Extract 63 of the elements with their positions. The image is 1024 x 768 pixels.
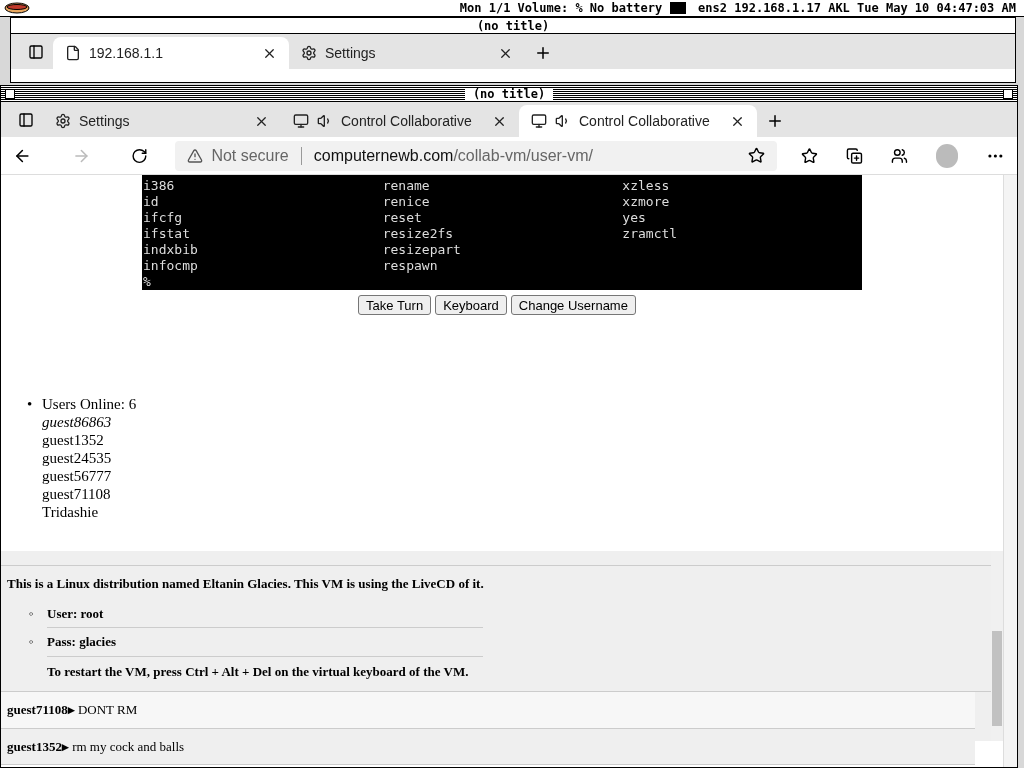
address-bar[interactable]: Not secure computernewb.com/collab-vm/user-vm/ bbox=[175, 140, 778, 171]
window-title: (no title) bbox=[464, 87, 554, 100]
page-icon bbox=[65, 45, 81, 61]
username[interactable]: guest71108 bbox=[42, 486, 111, 502]
username[interactable]: guest86863 bbox=[42, 414, 112, 430]
terminal-text: resizepart bbox=[382, 242, 461, 257]
username[interactable]: guest24535 bbox=[42, 450, 112, 466]
hotdog-icon[interactable] bbox=[4, 1, 30, 15]
settings-icon bbox=[301, 45, 317, 61]
browser-tab[interactable]: Control Collaborative bbox=[519, 105, 757, 137]
terminal-text: infocmp bbox=[143, 258, 198, 273]
terminal-text: indxbib bbox=[143, 242, 198, 257]
tab-actions-icon[interactable] bbox=[18, 112, 34, 128]
login-info: User: root bbox=[47, 605, 104, 621]
monitor-icon bbox=[293, 113, 309, 129]
bullet: ◦ bbox=[29, 633, 34, 651]
warning-icon bbox=[187, 147, 204, 164]
tab-actions-icon[interactable] bbox=[28, 44, 44, 60]
restart-note: To restart the VM, press Ctrl + Alt + Del on the virtual keyboard of the VM. bbox=[47, 662, 470, 681]
terminal-text: respawn bbox=[382, 258, 438, 273]
terminal-text: xzmore bbox=[622, 194, 670, 209]
zoom-box[interactable] bbox=[1003, 88, 1013, 99]
new-tab-icon[interactable] bbox=[534, 44, 552, 62]
username[interactable]: Tridashie bbox=[42, 504, 99, 520]
login-info: Pass: glacies bbox=[47, 634, 116, 649]
bullet: ◦ bbox=[29, 604, 34, 623]
status-text: Mon 1/1 Volume: % No battery bbox=[459, 0, 663, 17]
vm-button[interactable]: Keyboard bbox=[435, 295, 507, 315]
new-tab-icon[interactable] bbox=[766, 112, 784, 130]
terminal-text: renice bbox=[382, 194, 430, 209]
terminal-text: ifcfg bbox=[143, 210, 183, 225]
monitor-icon bbox=[531, 113, 547, 129]
motd-text: This is a Linux distribution named Eltanin Glacies. This VM is using the LiveCD of it. bbox=[7, 575, 485, 593]
terminal-text: reset bbox=[382, 210, 422, 225]
terminal-text: rename bbox=[382, 178, 430, 193]
favorites-icon[interactable] bbox=[801, 146, 818, 165]
reload-icon[interactable] bbox=[130, 146, 148, 165]
status-text: ens2 192.168.1.17 AKL Tue May 10 04:47:03 AM bbox=[698, 0, 1016, 17]
browser-tab[interactable]: 192.168.1.1 bbox=[53, 37, 289, 69]
terminal-text: yes bbox=[622, 210, 646, 225]
security-label: Not secure bbox=[211, 145, 289, 166]
username[interactable]: guest56777 bbox=[42, 468, 112, 484]
extensions-icon[interactable] bbox=[890, 146, 908, 165]
collections-icon[interactable] bbox=[845, 146, 863, 165]
bullet: • bbox=[27, 395, 33, 413]
terminal-text: id bbox=[143, 194, 159, 209]
add-favorite-icon[interactable] bbox=[748, 147, 766, 164]
url-text: computernewb.com/collab-vm/user-vm/ bbox=[313, 145, 593, 166]
terminal-text: zramctl bbox=[622, 226, 678, 241]
close-box[interactable] bbox=[5, 88, 15, 99]
vm-button[interactable]: Change Username bbox=[510, 295, 636, 315]
terminal-prompt: % bbox=[143, 274, 151, 290]
vm-button[interactable]: Take Turn bbox=[358, 295, 432, 315]
chat-message: guest71108▸ DONT RM bbox=[1, 692, 975, 729]
terminal-text: resize2fs bbox=[382, 226, 454, 241]
terminal-text: xzless bbox=[622, 178, 670, 193]
page-scrollbar[interactable] bbox=[1003, 175, 1017, 767]
username[interactable]: guest1352 bbox=[42, 432, 104, 448]
users-online-count: Users Online: 6 bbox=[42, 396, 137, 412]
terminal-text: ifstat bbox=[143, 226, 190, 241]
terminal-text: i386 bbox=[143, 178, 175, 193]
settings-icon bbox=[55, 113, 71, 129]
terminal-screen[interactable]: i386 rename xzless id renice xzmore ifcfg reset yes ifstat resize2fs zramctl indxbib resizepart infocmp respawn % bbox=[142, 175, 862, 290]
